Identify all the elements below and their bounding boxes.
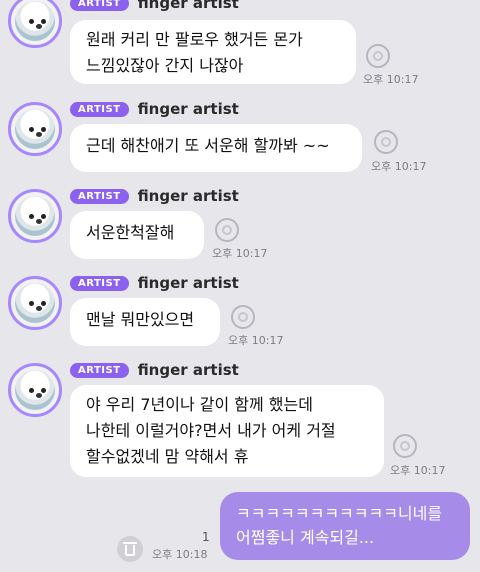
avatar[interactable]: [8, 102, 62, 156]
sender-name: finger artist: [137, 100, 239, 118]
avatar[interactable]: [8, 0, 62, 48]
reaction-icon[interactable]: [231, 305, 255, 329]
sender-name: finger artist: [137, 361, 239, 379]
sender-name: finger artist: [137, 187, 239, 205]
sender-name: finger artist: [137, 0, 239, 12]
message-bubble[interactable]: 원래 커리 만 팔로우 했거든 몬가 느낌있잖아 간지 나잖아: [70, 20, 356, 84]
avatar[interactable]: [8, 363, 62, 417]
timestamp: 오후 10:17: [371, 160, 427, 173]
message-bubble[interactable]: 근데 해찬애기 또 서운해 할까봐 ~~: [70, 124, 362, 172]
timestamp: 오후 10:18: [152, 548, 208, 561]
sender-row: ARTIST finger artist: [70, 187, 239, 205]
artist-badge: ARTIST: [70, 275, 129, 291]
avatar[interactable]: [8, 276, 62, 330]
sender-name: finger artist: [137, 274, 239, 292]
trash-icon[interactable]: [117, 536, 143, 562]
reaction-icon[interactable]: [215, 218, 239, 242]
artist-badge: ARTIST: [70, 188, 129, 204]
message-bubble[interactable]: 맨날 뭐만있으면: [70, 298, 220, 346]
message-bubble[interactable]: 서운한척잘해: [70, 211, 204, 259]
reaction-icon[interactable]: [374, 130, 398, 154]
artist-badge: ARTIST: [70, 0, 129, 11]
timestamp: 오후 10:17: [390, 464, 446, 477]
reaction-icon[interactable]: [366, 44, 390, 68]
sender-row: ARTIST finger artist: [70, 0, 239, 12]
my-message-bubble[interactable]: ㅋㅋㅋㅋㅋㅋㅋㅋㅋㅋㅋ니네를 어쩜좋니 계속되길...: [220, 492, 470, 560]
sender-row: ARTIST finger artist: [70, 100, 239, 118]
timestamp: 오후 10:17: [228, 334, 284, 347]
reaction-icon[interactable]: [393, 434, 417, 458]
avatar[interactable]: [8, 189, 62, 243]
timestamp: 오후 10:17: [363, 73, 419, 86]
sender-row: ARTIST finger artist: [70, 361, 239, 379]
unread-count: 1: [202, 530, 210, 544]
artist-badge: ARTIST: [70, 101, 129, 117]
sender-row: ARTIST finger artist: [70, 274, 239, 292]
timestamp: 오후 10:17: [212, 247, 268, 260]
message-bubble[interactable]: 야 우리 7년이나 같이 함께 했는데 나한테 이럴거야?면서 내가 어케 거절…: [70, 385, 384, 477]
artist-badge: ARTIST: [70, 362, 129, 378]
